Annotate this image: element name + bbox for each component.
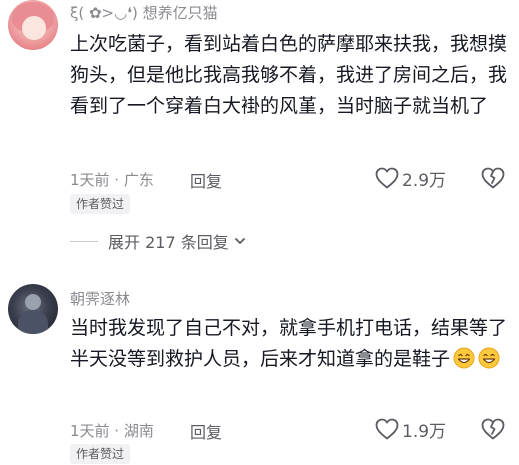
username[interactable]: ξ( ✿>◡❛) 想养亿只猫 xyxy=(70,2,218,23)
username[interactable]: 朝霁逐林 xyxy=(70,288,130,309)
avatar-figure-head xyxy=(25,294,41,310)
broken-heart-icon xyxy=(481,418,505,440)
grin-emoji-icon xyxy=(478,347,500,369)
like-button[interactable]: 2.9万 xyxy=(375,167,447,191)
heart-icon xyxy=(375,167,399,189)
expand-replies-label: 展开 217 条回复 xyxy=(108,233,229,252)
chevron-down-icon xyxy=(234,238,245,244)
dislike-button[interactable] xyxy=(481,418,505,440)
comment-text: 上次吃菌子，看到站着白色的萨摩耶来扶我，我想摸狗头，但是他比我高我够不着，我进了… xyxy=(70,33,508,117)
broken-heart-icon xyxy=(481,167,505,189)
expand-divider xyxy=(70,240,98,242)
avatar[interactable] xyxy=(8,0,58,50)
dislike-button[interactable] xyxy=(481,167,505,189)
reply-button[interactable]: 回复 xyxy=(190,168,222,192)
reply-button[interactable]: 回复 xyxy=(190,419,222,443)
like-count: 1.9万 xyxy=(402,421,447,442)
heart-icon xyxy=(375,418,399,440)
comment-time-location: 1天前 · 湖南 xyxy=(70,422,154,440)
expand-replies-button[interactable]: 展开 217 条回复 xyxy=(70,230,247,252)
like-button[interactable]: 1.9万 xyxy=(375,418,447,442)
comment-text: 当时我发现了自己不对，就拿手机打电话，结果等了半天没等到救护人员，后来才知道拿的… xyxy=(70,313,510,375)
author-liked-badge: 作者赞过 xyxy=(70,444,131,464)
like-count: 2.9万 xyxy=(402,170,447,191)
comment-text-body: 当时我发现了自己不对，就拿手机打电话，结果等了半天没等到救护人员，后来才知道拿的… xyxy=(70,317,508,370)
grin-emoji-icon xyxy=(453,347,475,369)
avatar[interactable] xyxy=(8,284,58,334)
avatar-face xyxy=(22,16,46,40)
author-liked-badge: 作者赞过 xyxy=(70,194,131,214)
comment-time-location: 1天前 · 广东 xyxy=(70,171,154,189)
avatar-figure-body xyxy=(18,310,48,334)
